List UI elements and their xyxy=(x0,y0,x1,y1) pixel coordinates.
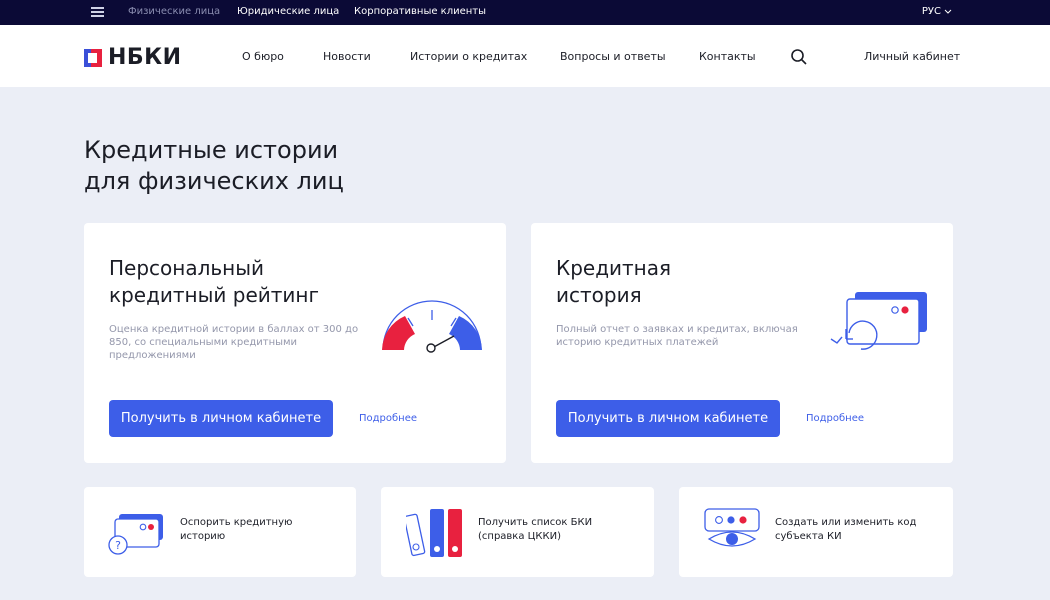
language-selector[interactable]: РУС xyxy=(922,6,952,17)
logo-mark-icon xyxy=(84,48,102,67)
service-label: Получить список БКИ (справка ЦККИ) xyxy=(478,517,593,542)
eye-code-icon xyxy=(704,508,760,547)
card-title-line1: Персональный xyxy=(109,256,265,280)
more-rating-link[interactable]: Подробнее xyxy=(359,413,417,424)
topbar-link-corporate[interactable]: Корпоративные клиенты xyxy=(354,6,486,17)
get-history-button[interactable]: Получить в личном кабинете xyxy=(556,400,780,437)
topbar-link-legal[interactable]: Юридические лица xyxy=(237,6,339,17)
page-title-line1: Кредитные истории xyxy=(84,136,339,164)
menu-icon[interactable] xyxy=(91,7,104,18)
page-title: Кредитные истории для физических лиц xyxy=(84,135,504,197)
card-title-line2: история xyxy=(556,283,642,307)
nav-item-news[interactable]: Новости xyxy=(323,50,371,63)
language-label: РУС xyxy=(921,6,941,17)
card-title-line1: Кредитная xyxy=(556,256,672,280)
nav-item-credit-stories[interactable]: Истории о кредитах xyxy=(410,50,527,63)
nav-item-contacts[interactable]: Контакты xyxy=(699,50,756,63)
card-title: Персональный кредитный рейтинг xyxy=(109,255,349,309)
more-history-link[interactable]: Подробнее xyxy=(806,413,864,424)
card-credit-history: Кредитная история Полный отчет о заявках… xyxy=(531,223,953,463)
account-link[interactable]: Личный кабинет xyxy=(864,50,960,63)
topbar-link-individuals[interactable]: Физические лица xyxy=(128,6,220,17)
folders-icon xyxy=(406,509,462,557)
service-card-subject-code[interactable]: Создать или изменить код субъекта КИ xyxy=(679,487,953,577)
gauge-icon xyxy=(382,300,482,353)
service-label: Создать или изменить код субъекта КИ xyxy=(775,517,917,542)
card-description: Оценка кредитной истории в баллах от 300… xyxy=(109,324,359,361)
main-header: НБКИ О бюро Новости Истории о кредитах В… xyxy=(0,25,1050,87)
search-icon[interactable] xyxy=(790,48,808,66)
credit-card-history-icon xyxy=(830,292,927,350)
get-rating-button[interactable]: Получить в личном кабинете xyxy=(109,400,333,437)
card-title: Кредитная история xyxy=(556,255,796,309)
nav-item-faq[interactable]: Вопросы и ответы xyxy=(560,50,666,63)
card-credit-rating: Персональный кредитный рейтинг Оценка кр… xyxy=(84,223,506,463)
service-card-dispute[interactable]: ? Оспорить кредитную историю xyxy=(84,487,356,577)
logo-text: НБКИ xyxy=(108,45,182,70)
service-label: Оспорить кредитную историю xyxy=(180,517,293,542)
service-card-bki-list[interactable]: Получить список БКИ (справка ЦККИ) xyxy=(381,487,654,577)
logo[interactable]: НБКИ xyxy=(84,45,182,70)
svg-text:?: ? xyxy=(115,539,121,552)
dispute-card-icon: ? xyxy=(108,514,163,555)
nav-item-about[interactable]: О бюро xyxy=(242,50,284,63)
card-description: Полный отчет о заявках и кредитах, включ… xyxy=(556,324,798,348)
card-title-line2: кредитный рейтинг xyxy=(109,283,320,307)
page-title-line2: для физических лиц xyxy=(84,167,344,195)
chevron-down-icon xyxy=(944,9,952,14)
top-bar: Физические лица Юридические лица Корпора… xyxy=(0,0,1050,25)
